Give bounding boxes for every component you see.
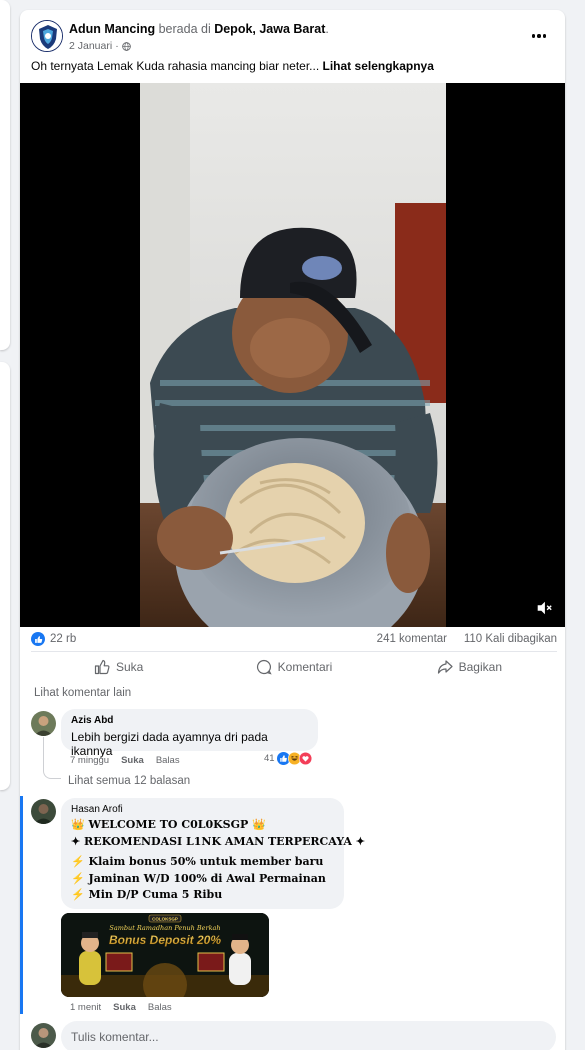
comment-reactions[interactable]: 41 [264,752,312,765]
comment-reply-button[interactable]: Balas [148,1002,172,1013]
location-prefix: berada di [158,22,211,36]
comment-icon [256,659,272,674]
comment-line: ⚡ Min D/P Cuma 5 Ribu [71,888,223,901]
video-frame [140,83,446,627]
commenter-avatar[interactable] [31,711,56,736]
current-user-avatar[interactable] [31,1023,56,1048]
comment-reply-button[interactable]: Balas [156,755,180,766]
comment-count[interactable]: 241 komentar [377,633,447,645]
more-dot [537,34,541,38]
post-actions: Suka Komentari Bagikan [31,651,557,681]
share-button-label: Bagikan [458,659,502,674]
post-header: Adun Mancing berada di Depok, Jawa Barat… [31,20,553,56]
post-card: Adun Mancing berada di Depok, Jawa Barat… [20,10,565,1050]
comment-button[interactable]: Komentari [206,652,381,681]
comment-like-button[interactable]: Suka [121,755,144,766]
comment-text: 👑 WELCOME TO C0L0KSGP 👑 ✦ REKOMENDASI L1… [71,817,365,904]
post-stats: 22 rb 241 komentar 110 Kali dibagikan [31,631,557,649]
love-reaction-icon [298,752,312,765]
video-player[interactable] [20,83,565,627]
comment-image[interactable]: COLOKSGP Sambut Ramadhan Penuh Berkah Bo… [61,913,269,997]
post-author-line: Adun Mancing berada di Depok, Jawa Barat… [69,22,329,36]
comment-line: ⚡ Jaminan W/D 100% di Awal Permainan [71,871,326,885]
share-button[interactable]: Bagikan [382,652,557,681]
promo-subtitle: Sambut Ramadhan Penuh Berkah [109,924,220,932]
more-dot [542,34,547,38]
post-meta: 2 Januari · [69,40,131,52]
page-avatar[interactable] [31,20,63,52]
post-date[interactable]: 2 Januari [69,40,112,52]
highlight-bar [20,796,23,1014]
commenter-name[interactable]: Azis Abd [71,715,308,726]
thumbs-up-icon [94,659,110,674]
share-count[interactable]: 110 Kali dibagikan [464,633,557,645]
commenter-name[interactable]: Hasan Arofi [71,804,334,815]
comment-time[interactable]: 1 menit [70,1002,101,1013]
more-dot [531,34,536,38]
author-name[interactable]: Adun Mancing [69,22,155,36]
comment-meta: 1 menit Suka Balas [70,1002,172,1013]
like-button-label: Suka [115,659,144,674]
comment-line: ✦ REKOMENDASI L1NK AMAN TERPERCAYA ✦ [71,834,365,848]
location-suffix: . [325,22,329,36]
comment-bubble: Hasan Arofi 👑 WELCOME TO C0L0KSGP 👑 ✦ RE… [61,798,365,909]
comment-meta: 7 minggu Suka Balas [70,755,180,766]
share-icon [437,659,453,674]
comment-reaction-count: 41 [264,753,275,764]
left-column-card [0,0,10,350]
volume-muted-icon[interactable] [535,599,553,617]
post-caption: Oh ternyata Lemak Kuda rahasia mancing b… [31,59,434,73]
globe-icon [121,41,131,51]
comment-time[interactable]: 7 minggu [70,755,109,766]
like-button[interactable]: Suka [31,652,206,681]
comment-like-button[interactable]: Suka [113,1002,136,1013]
comment-line: ⚡ Klaim bonus 50% untuk member baru [71,855,324,868]
promo-title: Bonus Deposit 20% [109,933,221,947]
comment-button-label: Komentari [277,659,333,674]
write-comment-placeholder: Tulis komentar... [71,1030,159,1044]
character-right [229,934,251,985]
comment-bubble: Azis Abd Lebih bergizi dada ayamnya dri … [61,709,318,758]
more-options-button[interactable] [529,26,549,46]
comment-line: 👑 WELCOME TO C0L0KSGP 👑 [71,818,266,831]
reply-thread-line [43,737,61,779]
view-replies-link[interactable]: Lihat semua 12 balasan [68,775,190,787]
commenter-avatar[interactable] [31,799,56,824]
left-column-card [0,362,10,790]
location-link[interactable]: Depok, Jawa Barat [214,22,325,36]
view-more-comments-link[interactable]: Lihat komentar lain [34,687,131,699]
promo-brand: COLOKSGP [152,917,178,922]
character-left [79,932,101,985]
like-reaction-icon [31,632,45,646]
write-comment-input[interactable]: Tulis komentar... [61,1021,556,1050]
reaction-count[interactable]: 22 rb [50,633,76,645]
caption-text: Oh ternyata Lemak Kuda rahasia mancing b… [31,59,320,73]
see-more-link[interactable]: Lihat selengkapnya [323,59,434,73]
